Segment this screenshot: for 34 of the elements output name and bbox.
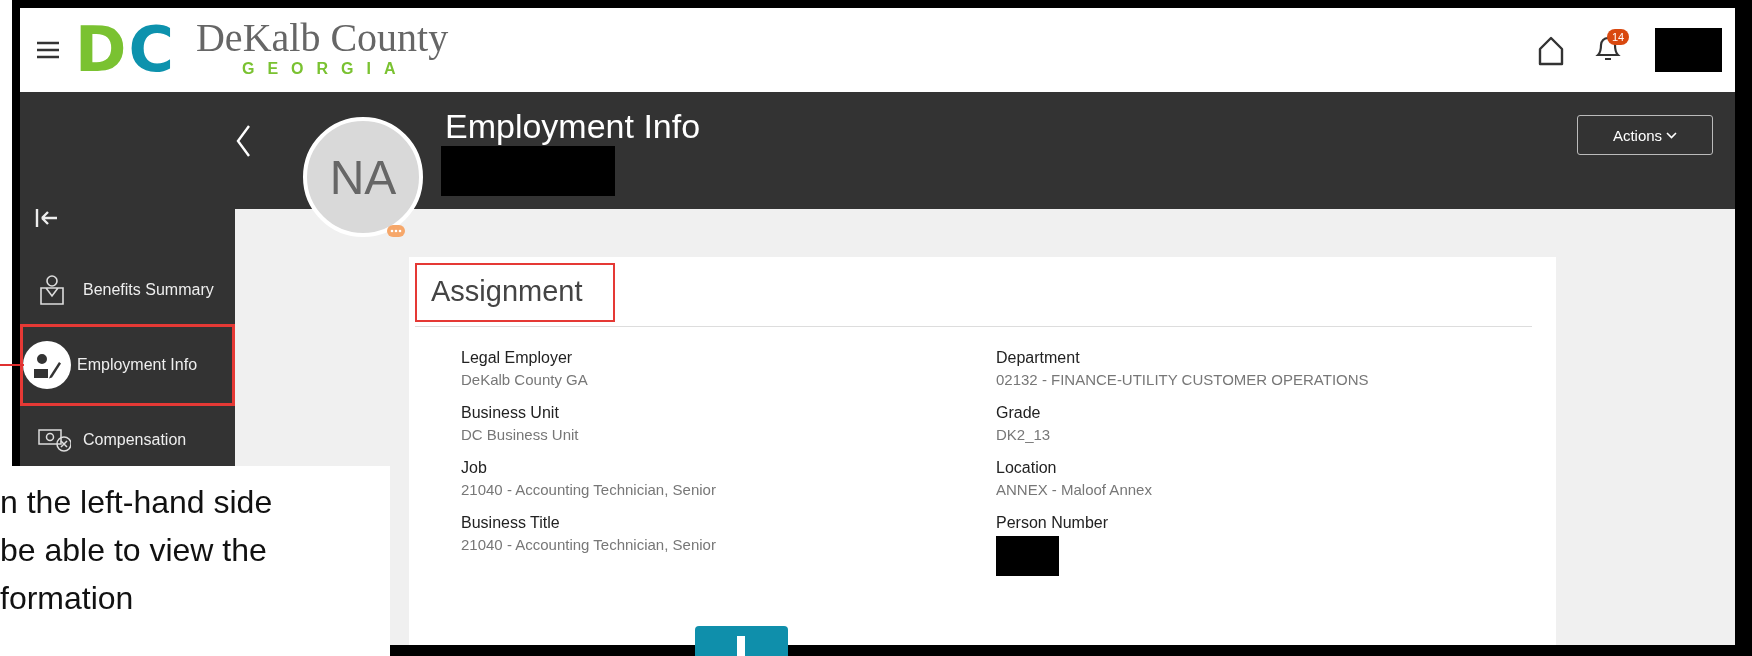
- collapse-icon[interactable]: [34, 207, 58, 229]
- field-value: 02132 - FINANCE-UTILITY CUSTOMER OPERATIONS: [996, 371, 1370, 388]
- more-icon: [390, 229, 402, 233]
- field-value: DK2_13: [996, 426, 1052, 443]
- field-value: ANNEX - Maloof Annex: [996, 481, 1153, 498]
- sidebar-item[interactable]: Compensation: [20, 416, 235, 464]
- sidebar-item[interactable]: Employment Info: [20, 324, 235, 406]
- field-label: Business Title: [461, 514, 561, 532]
- logo-monogram: DC: [75, 14, 174, 86]
- home-icon[interactable]: [1537, 34, 1565, 66]
- field-value: 21040 - Accounting Technician, Senior: [461, 481, 717, 498]
- field-label: Department: [996, 349, 1081, 367]
- chevron-down-icon: [1666, 131, 1678, 139]
- field-label: Job: [461, 459, 488, 477]
- notification-count: 14: [1607, 29, 1630, 45]
- field-label: Legal Employer: [461, 349, 574, 367]
- actions-button[interactable]: Actions: [1577, 115, 1713, 155]
- field-label: Person Number: [996, 514, 1110, 532]
- menu-icon[interactable]: [35, 39, 61, 61]
- logo-name: DeKalb County: [196, 16, 449, 60]
- sidebar-item[interactable]: Benefits Summary: [20, 266, 235, 314]
- page-title: Employment Info: [445, 106, 701, 146]
- logo-region: GEORGIA: [242, 60, 410, 78]
- field-label: Grade: [996, 404, 1042, 422]
- field-label: Business Unit: [461, 404, 560, 422]
- back-icon[interactable]: [235, 124, 253, 158]
- field-value: DeKalb County GA: [461, 371, 589, 388]
- section-heading: Assignment: [415, 263, 615, 322]
- avatar-initials: NA: [303, 117, 423, 237]
- callout-text: n the left-hand side be able to view the formation: [0, 483, 274, 618]
- field-label: Location: [996, 459, 1058, 477]
- field-value: 21040 - Accounting Technician, Senior: [461, 536, 717, 553]
- field-value: DC Business Unit: [461, 426, 580, 443]
- leader-line: [0, 364, 24, 366]
